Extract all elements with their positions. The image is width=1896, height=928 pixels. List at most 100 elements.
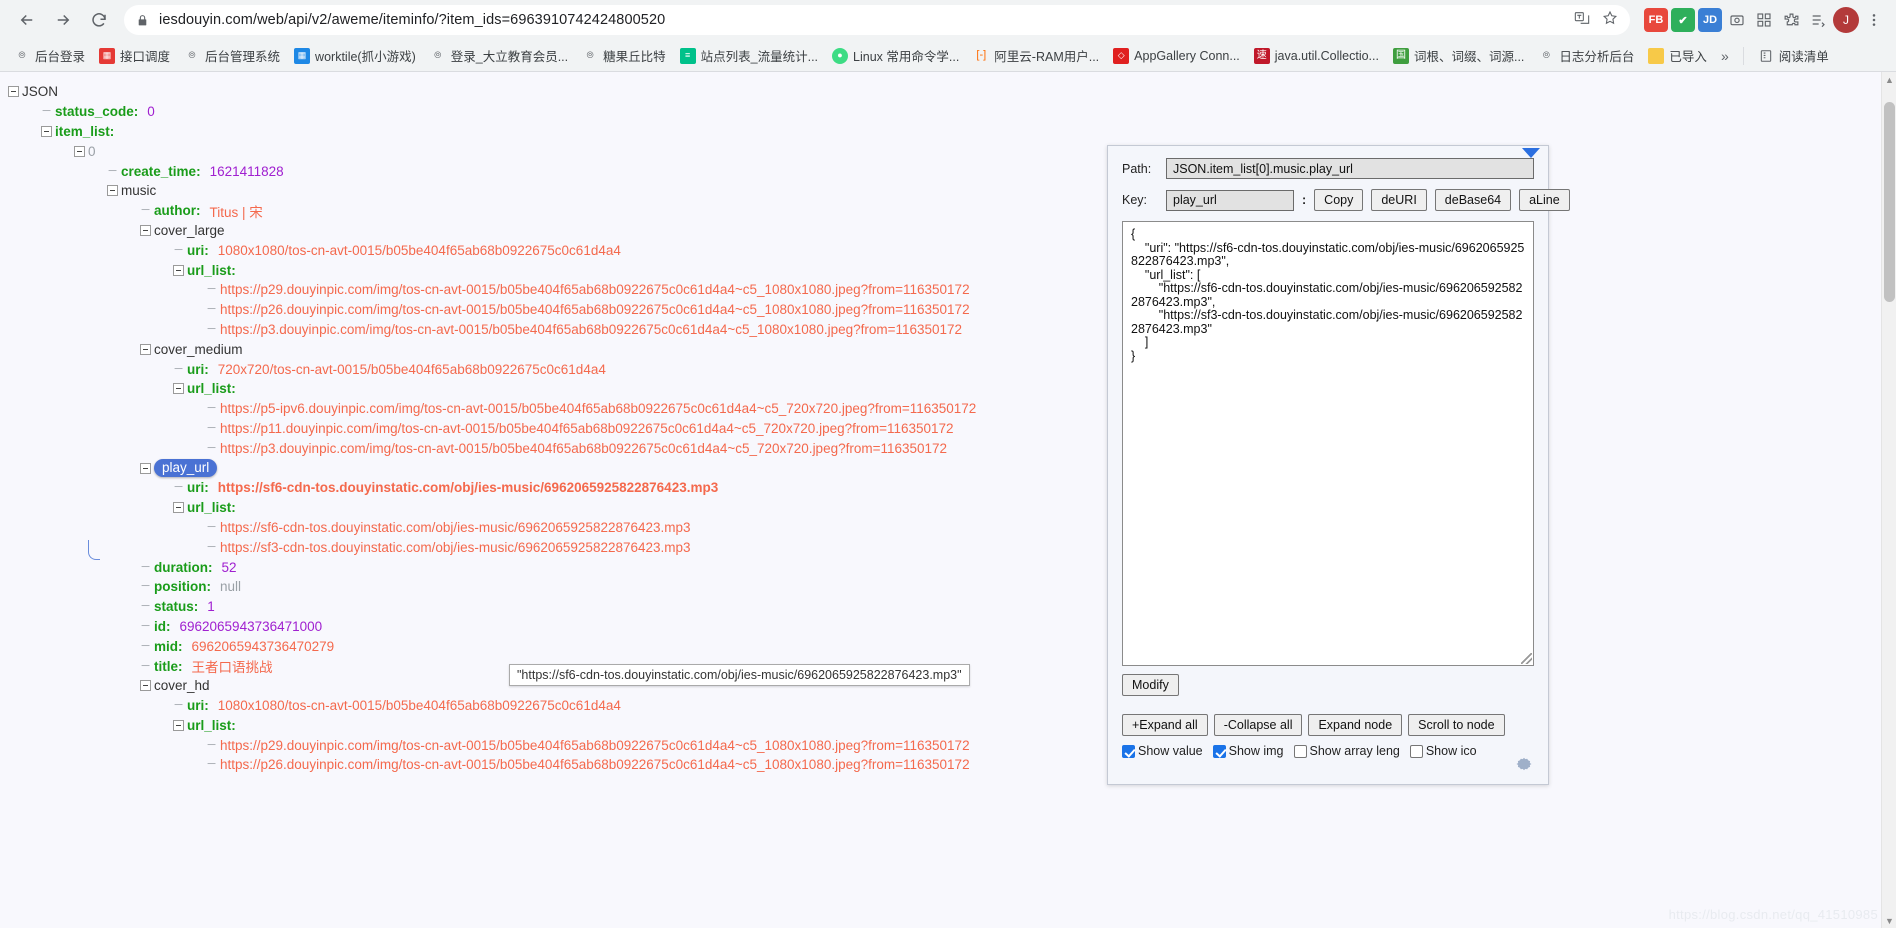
checkbox-box[interactable]	[1122, 744, 1135, 758]
address-bar[interactable]: iesdouyin.com/web/api/v2/aweme/iteminfo/…	[124, 5, 1630, 35]
bookmark-item[interactable]: ≡ 站点列表_流量统计...	[674, 43, 824, 68]
tree-key[interactable]: cover_large	[154, 223, 225, 238]
scroll-up-arrow-icon[interactable]: ▲	[1882, 72, 1896, 87]
tree-key[interactable]: id	[154, 619, 166, 634]
page-scrollbar[interactable]: ▲ ▼	[1881, 72, 1896, 928]
collapse-toggle-icon[interactable]	[140, 462, 151, 474]
tree-key[interactable]: mid	[154, 639, 178, 654]
collapse-toggle-icon[interactable]	[140, 343, 151, 355]
extension-shield-icon[interactable]: ✔	[1671, 8, 1695, 32]
show-array-leng-checkbox[interactable]: Show array leng	[1293, 744, 1400, 758]
tree-value[interactable]: https://p3.douyinpic.com/img/tos-cn-avt-…	[220, 441, 947, 456]
tree-key[interactable]: title	[154, 659, 178, 674]
tree-key[interactable]: url_list	[187, 500, 231, 515]
modify-button[interactable]: Modify	[1122, 674, 1179, 696]
tree-key[interactable]: create_time	[121, 164, 196, 179]
key-input[interactable]: play_url	[1166, 189, 1294, 211]
tree-value[interactable]: 1	[207, 599, 215, 614]
tree-key[interactable]: uri	[187, 480, 204, 495]
avatar[interactable]: J	[1833, 7, 1859, 33]
extension-puzzle-icon[interactable]	[1779, 8, 1803, 32]
tree-key[interactable]: music	[121, 183, 156, 198]
tree-row[interactable]: ─ https://p29.douyinpic.com/img/tos-cn-av…	[8, 280, 976, 300]
bookmark-item[interactable]: ◇ AppGallery Conn...	[1107, 45, 1246, 67]
tree-row[interactable]: ─ status_code :0	[8, 102, 976, 122]
debase64-button[interactable]: deBase64	[1434, 189, 1512, 211]
path-input[interactable]: JSON.item_list[0].music.play_url	[1166, 158, 1534, 179]
tree-row[interactable]: url_list :	[8, 379, 976, 399]
collapse-toggle-icon[interactable]	[8, 86, 19, 98]
tree-key[interactable]: JSON	[22, 84, 58, 99]
bookmark-folder[interactable]: 已导入	[1642, 43, 1713, 68]
tree-key[interactable]: uri	[187, 362, 204, 377]
bookmark-item[interactable]: 速 java.util.Collectio...	[1248, 45, 1385, 67]
tree-value[interactable]: https://p3.douyinpic.com/img/tos-cn-avt-…	[220, 322, 962, 337]
checkbox-box[interactable]	[1409, 744, 1423, 758]
tree-row[interactable]: ─ position : null	[8, 577, 976, 597]
tree-row[interactable]: ─ https://sf6-cdn-tos.douyinstatic.com/ob…	[8, 518, 976, 538]
tree-value[interactable]: https://p29.douyinpic.com/img/tos-cn-avt…	[220, 282, 970, 297]
tree-value[interactable]: null	[220, 579, 241, 594]
collapse-toggle-icon[interactable]	[173, 383, 184, 395]
tree-key[interactable]: duration	[154, 560, 208, 575]
tree-row[interactable]: ─ https://p26.douyinpic.com/img/tos-cn-av…	[8, 300, 976, 320]
tree-row[interactable]: ─ uri :1080x1080/tos-cn-avt-0015/b05be404…	[8, 696, 976, 716]
reload-icon[interactable]	[82, 3, 116, 37]
collapse-toggle-icon[interactable]	[173, 502, 184, 514]
tree-value[interactable]: https://p5-ipv6.douyinpic.com/img/tos-cn…	[220, 401, 976, 416]
forward-arrow-icon[interactable]	[46, 3, 80, 37]
reading-list-button[interactable]: 阅读清单	[1752, 43, 1835, 68]
tree-row[interactable]: ─ https://p3.douyinpic.com/img/tos-cn-avt…	[8, 320, 976, 340]
back-arrow-icon[interactable]	[10, 3, 44, 37]
tree-value[interactable]: 王者口语挑战	[192, 656, 273, 676]
tree-value[interactable]: 0	[147, 104, 155, 119]
tree-key[interactable]: position	[154, 579, 207, 594]
gear-icon[interactable]	[1514, 754, 1534, 774]
tree-value[interactable]: 6962065943736470279	[192, 639, 335, 654]
checkbox-box[interactable]	[1212, 744, 1226, 758]
checkbox-box[interactable]	[1293, 744, 1307, 758]
bookmark-item[interactable]: ▦ worktile(抓小游戏)	[288, 43, 422, 68]
tree-value[interactable]: https://p26.douyinpic.com/img/tos-cn-avt…	[220, 757, 970, 772]
tree-key[interactable]: 0	[88, 144, 96, 159]
bookmark-item[interactable]: [-] 阿里云-RAM用户...	[967, 43, 1105, 68]
tree-row[interactable]: item_list :	[8, 122, 976, 142]
extension-fb-icon[interactable]: FB	[1644, 8, 1668, 32]
tree-value[interactable]: https://sf6-cdn-tos.douyinstatic.com/obj…	[218, 480, 718, 495]
scrollbar-thumb[interactable]	[1884, 102, 1895, 302]
tree-row[interactable]: ─ https://p5-ipv6.douyinpic.com/img/tos-c…	[8, 399, 977, 419]
aline-button[interactable]: aLine	[1519, 189, 1570, 211]
tree-row[interactable]: ─ https://p11.douyinpic.com/img/tos-cn-av…	[8, 419, 976, 439]
tree-row[interactable]: ─ duration :52	[8, 557, 976, 577]
tree-row[interactable]: url_list :	[8, 260, 976, 280]
tree-value[interactable]: https://p11.douyinpic.com/img/tos-cn-avt…	[220, 421, 954, 436]
expand-all-button[interactable]: +Expand all	[1122, 714, 1208, 736]
tree-value[interactable]: 1621411828	[210, 164, 284, 179]
extension-camera-icon[interactable]	[1725, 8, 1749, 32]
tree-row[interactable]: ─ https://p26.douyinpic.com/img/tos-cn-av…	[8, 755, 976, 775]
tree-value[interactable]: https://p29.douyinpic.com/img/tos-cn-avt…	[220, 738, 970, 753]
collapse-toggle-icon[interactable]	[140, 680, 151, 692]
bookmark-item[interactable]: ⦾ 日志分析后台	[1532, 43, 1640, 68]
tree-row[interactable]: ─ https://p29.douyinpic.com/img/tos-cn-av…	[8, 735, 976, 755]
tree-row[interactable]: ─ author : Titus | 宋	[8, 201, 976, 221]
collapse-toggle-icon[interactable]	[41, 125, 52, 137]
bookmark-item[interactable]: ● Linux 常用命令学...	[826, 43, 965, 68]
deuri-button[interactable]: deURI	[1371, 189, 1427, 211]
bookmarks-overflow-button[interactable]: »	[1715, 48, 1735, 64]
expand-node-button[interactable]: Expand node	[1308, 714, 1403, 736]
tree-row[interactable]: cover_large	[8, 221, 976, 241]
tree-key[interactable]: url_list	[187, 718, 231, 733]
extension-list-icon[interactable]	[1806, 8, 1830, 32]
copy-button[interactable]: Copy	[1314, 189, 1364, 211]
tree-key[interactable]: url_list	[187, 263, 231, 278]
tree-key[interactable]: status_code	[55, 104, 134, 119]
tree-value[interactable]: 52	[222, 560, 237, 575]
tree-value[interactable]: 1080x1080/tos-cn-avt-0015/b05be404f65ab6…	[218, 698, 621, 713]
bookmark-item[interactable]: ⦾ 后台管理系统	[178, 43, 286, 68]
extension-grid-icon[interactable]	[1752, 8, 1776, 32]
value-editor[interactable]: { "uri": "https://sf6-cdn-tos.douyinstat…	[1122, 221, 1534, 666]
tree-key[interactable]: uri	[187, 698, 204, 713]
collapse-toggle-icon[interactable]	[140, 224, 151, 236]
tree-row[interactable]: cover_medium	[8, 339, 976, 359]
